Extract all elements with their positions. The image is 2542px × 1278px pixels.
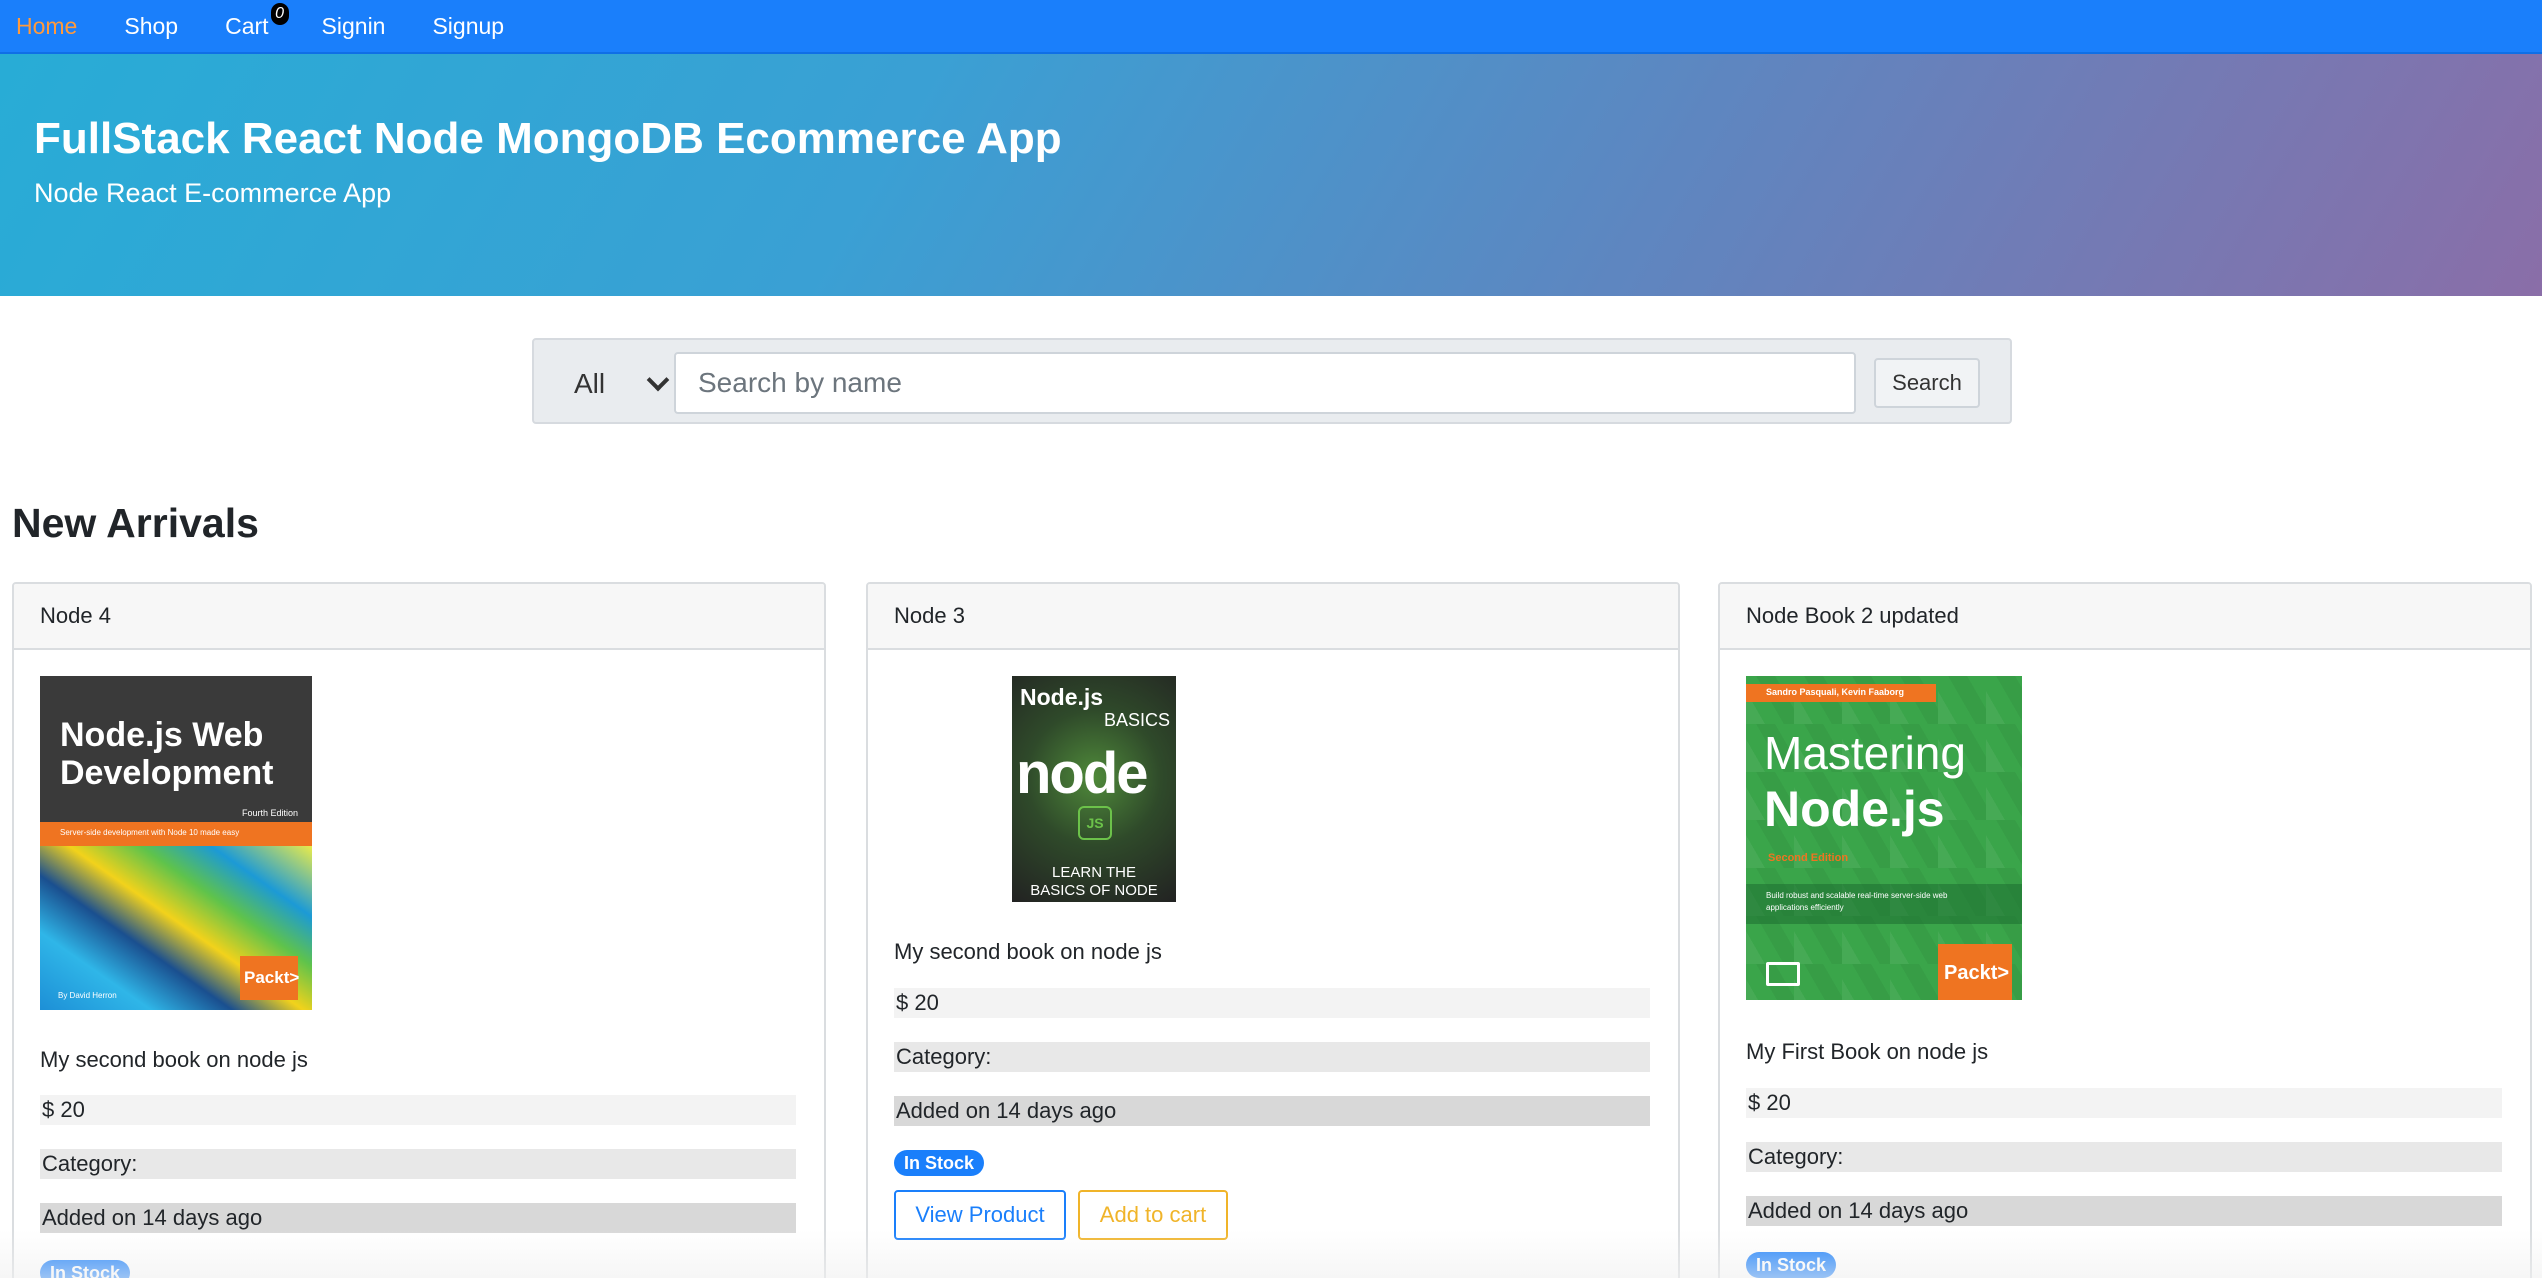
category-select[interactable]: All [574, 362, 674, 406]
cover-title-line2: BASICS [1103, 710, 1170, 730]
product-description: My second book on node js [40, 1047, 308, 1072]
top-navbar: Home Shop Cart 0 Signin Signup [0, 0, 2542, 54]
hero-jumbotron: FullStack React Node MongoDB Ecommerce A… [0, 54, 2542, 296]
product-card-node-4: Node 4 Node.js Web Development Fourth Ed… [12, 582, 826, 1278]
nav-cart-link[interactable]: Cart 0 [225, 2, 289, 40]
cover-edition: Fourth Edition [241, 808, 298, 818]
cover-footer-line1: LEARN THE [1052, 864, 1136, 881]
product-card-node-3: Node 3 Node.js BASICS node JS LEARN THE … [866, 582, 1680, 1278]
cover-title-line1: Node.js [1020, 684, 1104, 710]
product-description: My second book on node js [894, 939, 1162, 964]
publisher-logo: Packt> [1938, 944, 2012, 1000]
nav-shop-link[interactable]: Shop [124, 13, 178, 40]
nav-home-link[interactable]: Home [16, 13, 77, 40]
search-bar: All Search [532, 338, 2012, 424]
search-input[interactable] [674, 352, 1856, 414]
publisher-name: Packt> [244, 968, 300, 987]
new-arrivals-heading: New Arrivals [12, 500, 259, 546]
cover-title-line1: Mastering [1764, 727, 1966, 779]
product-added-date: Added on 14 days ago [1746, 1196, 2502, 1226]
stock-badge: In Stock [40, 1260, 131, 1278]
add-to-cart-button[interactable]: Add to cart [1078, 1190, 1228, 1240]
cover-orange-band: Server-side development with Node 10 mad… [40, 822, 312, 846]
product-category: Category: [40, 1149, 796, 1179]
search-button[interactable]: Search [1874, 358, 1980, 408]
cover-author: By David Herron [58, 991, 117, 1000]
product-cover-image[interactable]: Node.js BASICS node JS LEARN THE BASICS … [1012, 676, 1176, 902]
cover-author-band: Sandro Pasquali, Kevin Faaborg [1746, 684, 1936, 702]
stock-badge: In Stock [1746, 1252, 1837, 1278]
product-price: $ 20 [1746, 1088, 2502, 1118]
cover-footer-line2: BASICS OF NODE [1030, 882, 1158, 899]
product-cover-image[interactable]: Sandro Pasquali, Kevin Faaborg Mastering… [1746, 676, 2022, 1000]
product-card-title: Node Book 2 updated [1720, 584, 2530, 650]
cart-count-badge: 0 [270, 2, 289, 25]
product-added-date: Added on 14 days ago [40, 1203, 796, 1233]
nav-signup-link[interactable]: Signup [432, 13, 504, 40]
cover-tagline: Server-side development with Node 10 mad… [60, 828, 240, 837]
cover-title-line2: Development [60, 754, 274, 792]
product-card-title: Node 3 [868, 584, 1678, 650]
product-card-node-book-2: Node Book 2 updated Sandro Pasquali, Kev… [1718, 582, 2532, 1278]
product-category: Category: [1746, 1142, 2502, 1172]
nav-signin-link[interactable]: Signin [322, 13, 386, 40]
product-added-date: Added on 14 days ago [894, 1096, 1650, 1126]
product-description: My First Book on node js [1746, 1039, 1989, 1064]
product-price: $ 20 [40, 1095, 796, 1125]
cover-js-hexagon: JS [1078, 806, 1112, 840]
cover-title-line2: Node.js [1764, 781, 1945, 837]
hero-subtitle: Node React E-commerce App [34, 178, 392, 208]
cover-authors: Sandro Pasquali, Kevin Faaborg [1766, 687, 1905, 697]
cover-node-logo: node [1016, 741, 1149, 806]
hero-title: FullStack React Node MongoDB Ecommerce A… [34, 114, 1062, 163]
cover-tagline: Build robust and scalable real-time serv… [1766, 891, 1948, 912]
cover-edition: Second Edition [1768, 852, 1849, 864]
cover-title-line1: Node.js Web [60, 716, 264, 754]
stock-badge: In Stock [894, 1150, 985, 1176]
category-select-value: All [574, 368, 606, 399]
product-price: $ 20 [894, 988, 1650, 1018]
product-category: Category: [894, 1042, 1650, 1072]
chevron-down-icon [646, 368, 670, 392]
product-cover-image[interactable]: Node.js Web Development Fourth Edition S… [40, 676, 312, 1010]
publisher-name: Packt> [1944, 962, 2010, 984]
publisher-logo: Packt> [240, 956, 300, 1000]
product-card-title: Node 4 [14, 584, 824, 650]
view-product-button[interactable]: View Product [894, 1190, 1066, 1240]
book-icon [1766, 962, 1800, 986]
cover-tagline-band: Build robust and scalable real-time serv… [1746, 884, 2022, 924]
nav-cart-label: Cart [225, 12, 269, 39]
